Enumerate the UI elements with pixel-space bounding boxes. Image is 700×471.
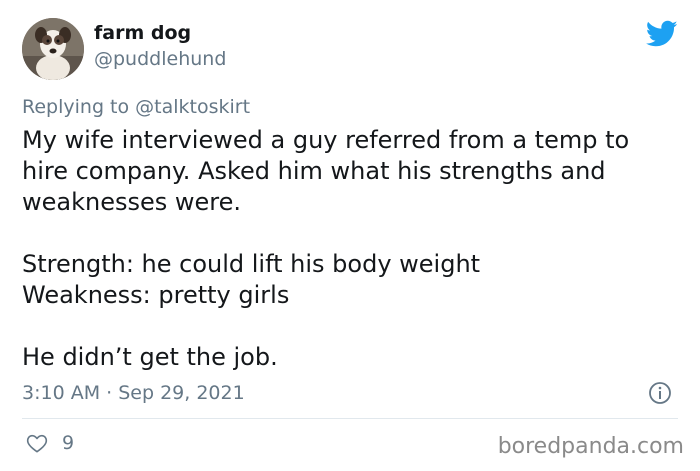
- like-count: 9: [62, 432, 75, 454]
- tweet-paragraph: Strength: he could lift his body weight …: [22, 250, 481, 309]
- tweet-blank-line: [22, 311, 682, 342]
- tweet-card: farm dog @puddlehund Replying to @talkto…: [0, 0, 700, 471]
- tweet-paragraph: My wife interviewed a guy referred from …: [22, 126, 637, 216]
- info-icon[interactable]: [648, 381, 672, 405]
- tweet-timestamp[interactable]: 3:10 AM · Sep 29, 2021: [22, 380, 245, 406]
- display-name[interactable]: farm dog: [94, 20, 226, 46]
- heart-icon: [26, 434, 48, 453]
- reply-mention-link[interactable]: @talktoskirt: [135, 96, 250, 118]
- twitter-bird-icon[interactable]: [646, 20, 678, 48]
- user-names: farm dog @puddlehund: [94, 20, 226, 72]
- dog-photo-icon: [22, 18, 84, 80]
- divider: [22, 418, 678, 419]
- avatar[interactable]: [22, 18, 84, 80]
- tweet-header: farm dog @puddlehund: [22, 18, 226, 80]
- tweet-text: My wife interviewed a guy referred from …: [22, 125, 682, 373]
- user-handle[interactable]: @puddlehund: [94, 46, 226, 72]
- like-button[interactable]: 9: [26, 432, 74, 454]
- replying-to: Replying to @talktoskirt: [22, 94, 250, 120]
- tweet-paragraph: He didn’t get the job.: [22, 343, 278, 371]
- tweet-blank-line: [22, 218, 682, 249]
- watermark: boredpanda.com: [497, 434, 684, 459]
- replying-prefix: Replying to: [22, 96, 136, 118]
